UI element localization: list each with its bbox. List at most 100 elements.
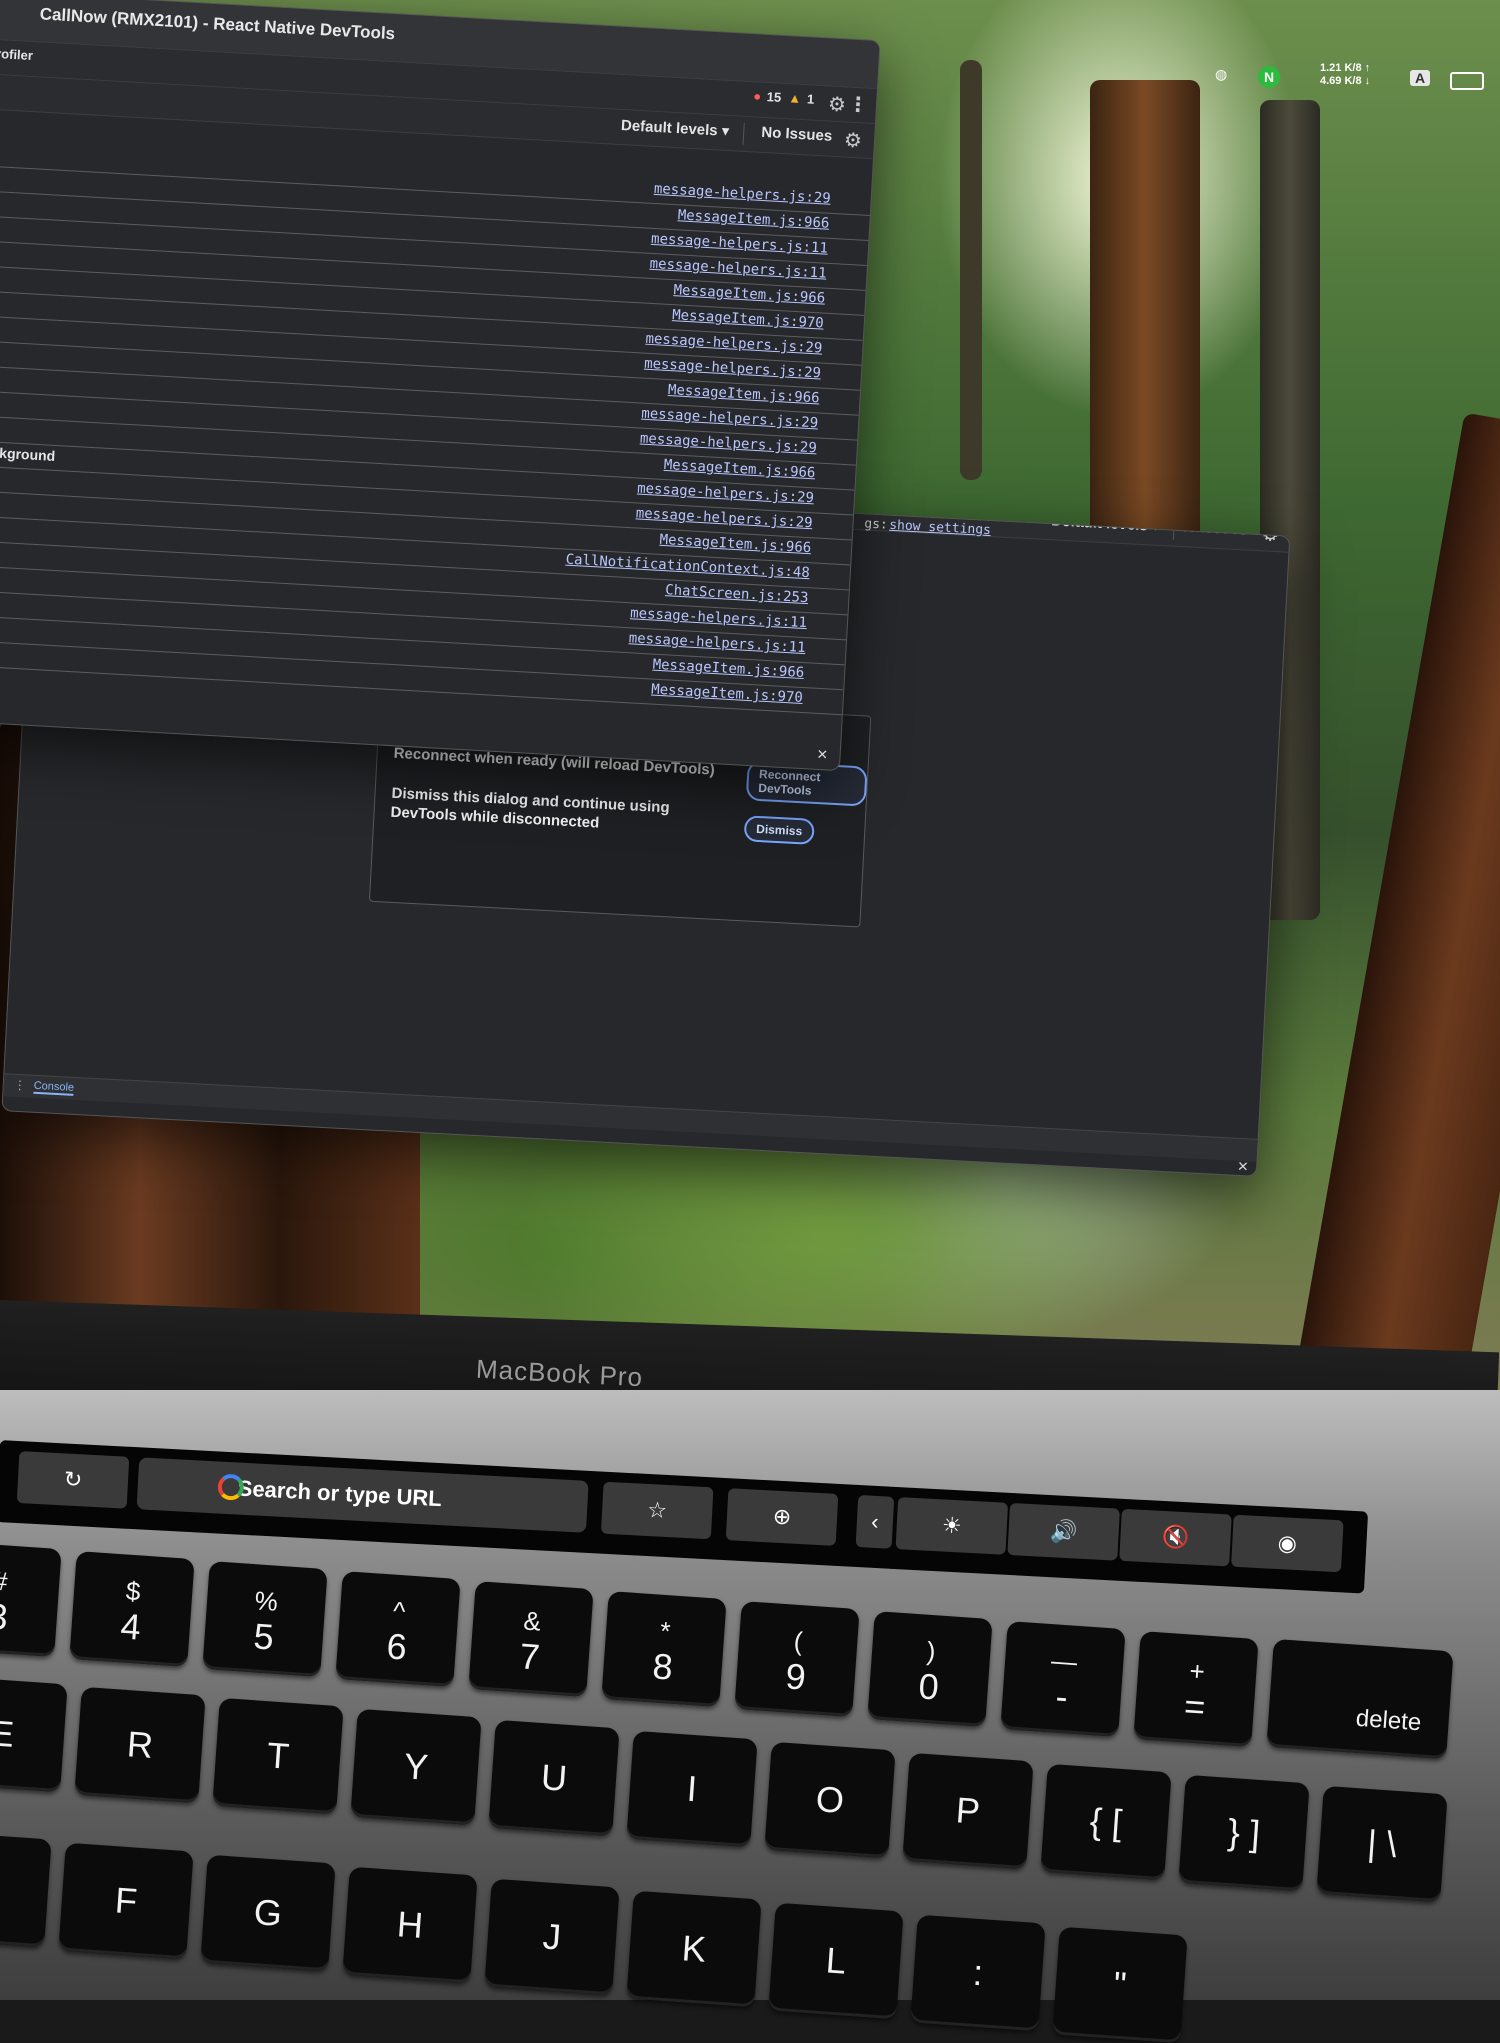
net-up-speed: 1.21 K/8 ↑ [1320,62,1371,74]
key-label: : [971,1951,985,1994]
key-label: 4 [119,1605,143,1648]
url-placeholder: Search or type URL [237,1475,443,1512]
devtools-window: CallNow (RMX2101) - React Native DevTool… [0,0,881,772]
key-8[interactable]: * 8 [601,1591,727,1707]
key-label: 9 [784,1655,808,1698]
key-home-0[interactable]: D [0,1830,52,1948]
volume-icon[interactable]: 🔊 [1007,1502,1120,1561]
key-home-8[interactable]: " [1052,1926,1188,2043]
key-home-2[interactable]: G [200,1854,336,1972]
battery-icon[interactable] [1450,72,1484,90]
key-label: delete [1355,1704,1423,1737]
key-shift-label: ) [925,1635,937,1667]
key-label: 7 [518,1635,542,1678]
key-label: H [395,1903,425,1946]
key-home-4[interactable]: J [484,1878,620,1996]
settings-gear-icon[interactable]: ⚙ [1229,479,1248,505]
key-3[interactable]: Y [350,1708,482,1826]
key-home-6[interactable]: L [768,1902,904,2020]
key-0[interactable]: ) 0 [867,1611,993,1727]
key-label: | \ [1365,1822,1399,1865]
toolbar-separator [742,122,745,145]
new-tab-icon[interactable]: ⊕ [725,1488,839,1546]
source-link[interactable]: message-helpers.js:29 [653,181,831,207]
settings-prefix: gs: [863,516,889,533]
net-down-speed: 4.69 K/8 ↓ [1320,75,1371,87]
key-9[interactable]: } ] [1178,1774,1310,1892]
key-=[interactable]: + = [1133,1631,1259,1747]
key-0[interactable]: E [0,1675,68,1793]
key-shift-label: * [659,1615,672,1647]
desktop-wallpaper: ◍ N 1.21 K/8 ↑ 4.69 K/8 ↓ A Reconnect De… [0,0,1500,1390]
tree-trunk [960,60,982,480]
key-shift-label: ^ [392,1595,407,1627]
more-options-icon[interactable]: ⋮ [847,92,868,118]
key-delete[interactable]: delete [1266,1638,1454,1760]
key-home-5[interactable]: K [626,1890,762,2008]
key-5[interactable]: I [626,1730,758,1848]
mute-icon[interactable]: 🔇 [1119,1508,1232,1567]
key-label: U [539,1756,569,1799]
console-log: message-helpers.js:29 MessageItem.js:966 m… [0,140,872,716]
warning-icon[interactable]: ▲ [788,90,802,106]
close-drawer-icon[interactable]: × [1237,1156,1249,1177]
tab-console[interactable]: Console [33,1079,75,1096]
tree-trunk [1090,80,1200,540]
key-8[interactable]: { [ [1040,1763,1172,1881]
close-drawer-icon[interactable]: × [817,744,829,766]
key-4[interactable]: $4 [69,1551,195,1667]
error-icon[interactable]: ● [753,88,762,103]
siri-icon[interactable]: ◉ [1231,1514,1344,1573]
key-7[interactable]: P [902,1752,1034,1870]
key-label: Y [402,1745,430,1788]
no-issues-button[interactable]: No Issues [761,124,833,145]
key-label: 3 [0,1595,10,1638]
key-7[interactable]: & 7 [468,1581,594,1697]
key-home-3[interactable]: H [342,1866,478,1984]
key-label: R [125,1723,155,1766]
input-source-indicator[interactable]: A [1410,70,1431,86]
tab-profiler[interactable]: Profiler [0,46,33,64]
touchbar-url-field[interactable]: Search or type URL [136,1457,589,1533]
key-label: = [1182,1685,1207,1728]
window-title: CallNow (RMX2101) - React Native DevTool… [39,4,396,44]
key-home-7[interactable]: : [910,1914,1046,2032]
key-shift-label: + [1188,1655,1206,1687]
key-label: 5 [252,1615,276,1658]
key-10[interactable]: | \ [1316,1785,1448,1903]
brightness-icon[interactable]: ☀ [895,1497,1009,1555]
key-shift-label: ( [792,1625,804,1657]
n-app-icon[interactable]: N [1258,66,1280,88]
console-settings-gear-icon[interactable]: ⚙ [843,127,862,153]
reload-icon[interactable]: ↻ [16,1451,130,1509]
default-levels-dropdown[interactable]: Default levels ▾ [621,116,730,140]
wifi-icon[interactable]: ◍ [1215,66,1227,83]
key-6[interactable]: O [764,1741,896,1859]
key-1[interactable]: R [74,1686,206,1804]
settings-gear-icon[interactable]: ⚙ [827,92,846,118]
warning-count[interactable]: 1 [807,91,815,106]
key-shift-label: & [522,1605,542,1637]
key-label: 0 [917,1665,941,1708]
collapse-chevron-icon[interactable]: ‹ [855,1494,895,1549]
key-shift-label: # [0,1565,9,1597]
key-shift-label: — [1050,1645,1079,1677]
key-label: O [814,1778,846,1821]
menu-bar: ◍ N 1.21 K/8 ↑ 4.69 K/8 ↓ A [1180,60,1500,110]
key-6[interactable]: ^ 6 [335,1571,461,1687]
key-4[interactable]: U [488,1719,620,1837]
key-label: P [954,1789,982,1832]
key-home-1[interactable]: F [58,1842,194,1960]
key-9[interactable]: (9 [734,1601,860,1717]
key-label: K [680,1927,708,1970]
bookmark-star-icon[interactable]: ☆ [600,1481,714,1540]
key-2[interactable]: T [212,1697,344,1815]
key-5[interactable]: % 5 [202,1561,328,1677]
key-label: J [541,1915,563,1958]
key-label: T [265,1734,291,1777]
dismiss-button[interactable]: Dismiss [743,815,815,845]
drawer-menu-icon[interactable]: ⋮ [13,1078,26,1093]
key--[interactable]: — - [1000,1621,1126,1737]
error-count[interactable]: 15 [766,89,781,105]
key-3[interactable]: #3 [0,1541,62,1657]
